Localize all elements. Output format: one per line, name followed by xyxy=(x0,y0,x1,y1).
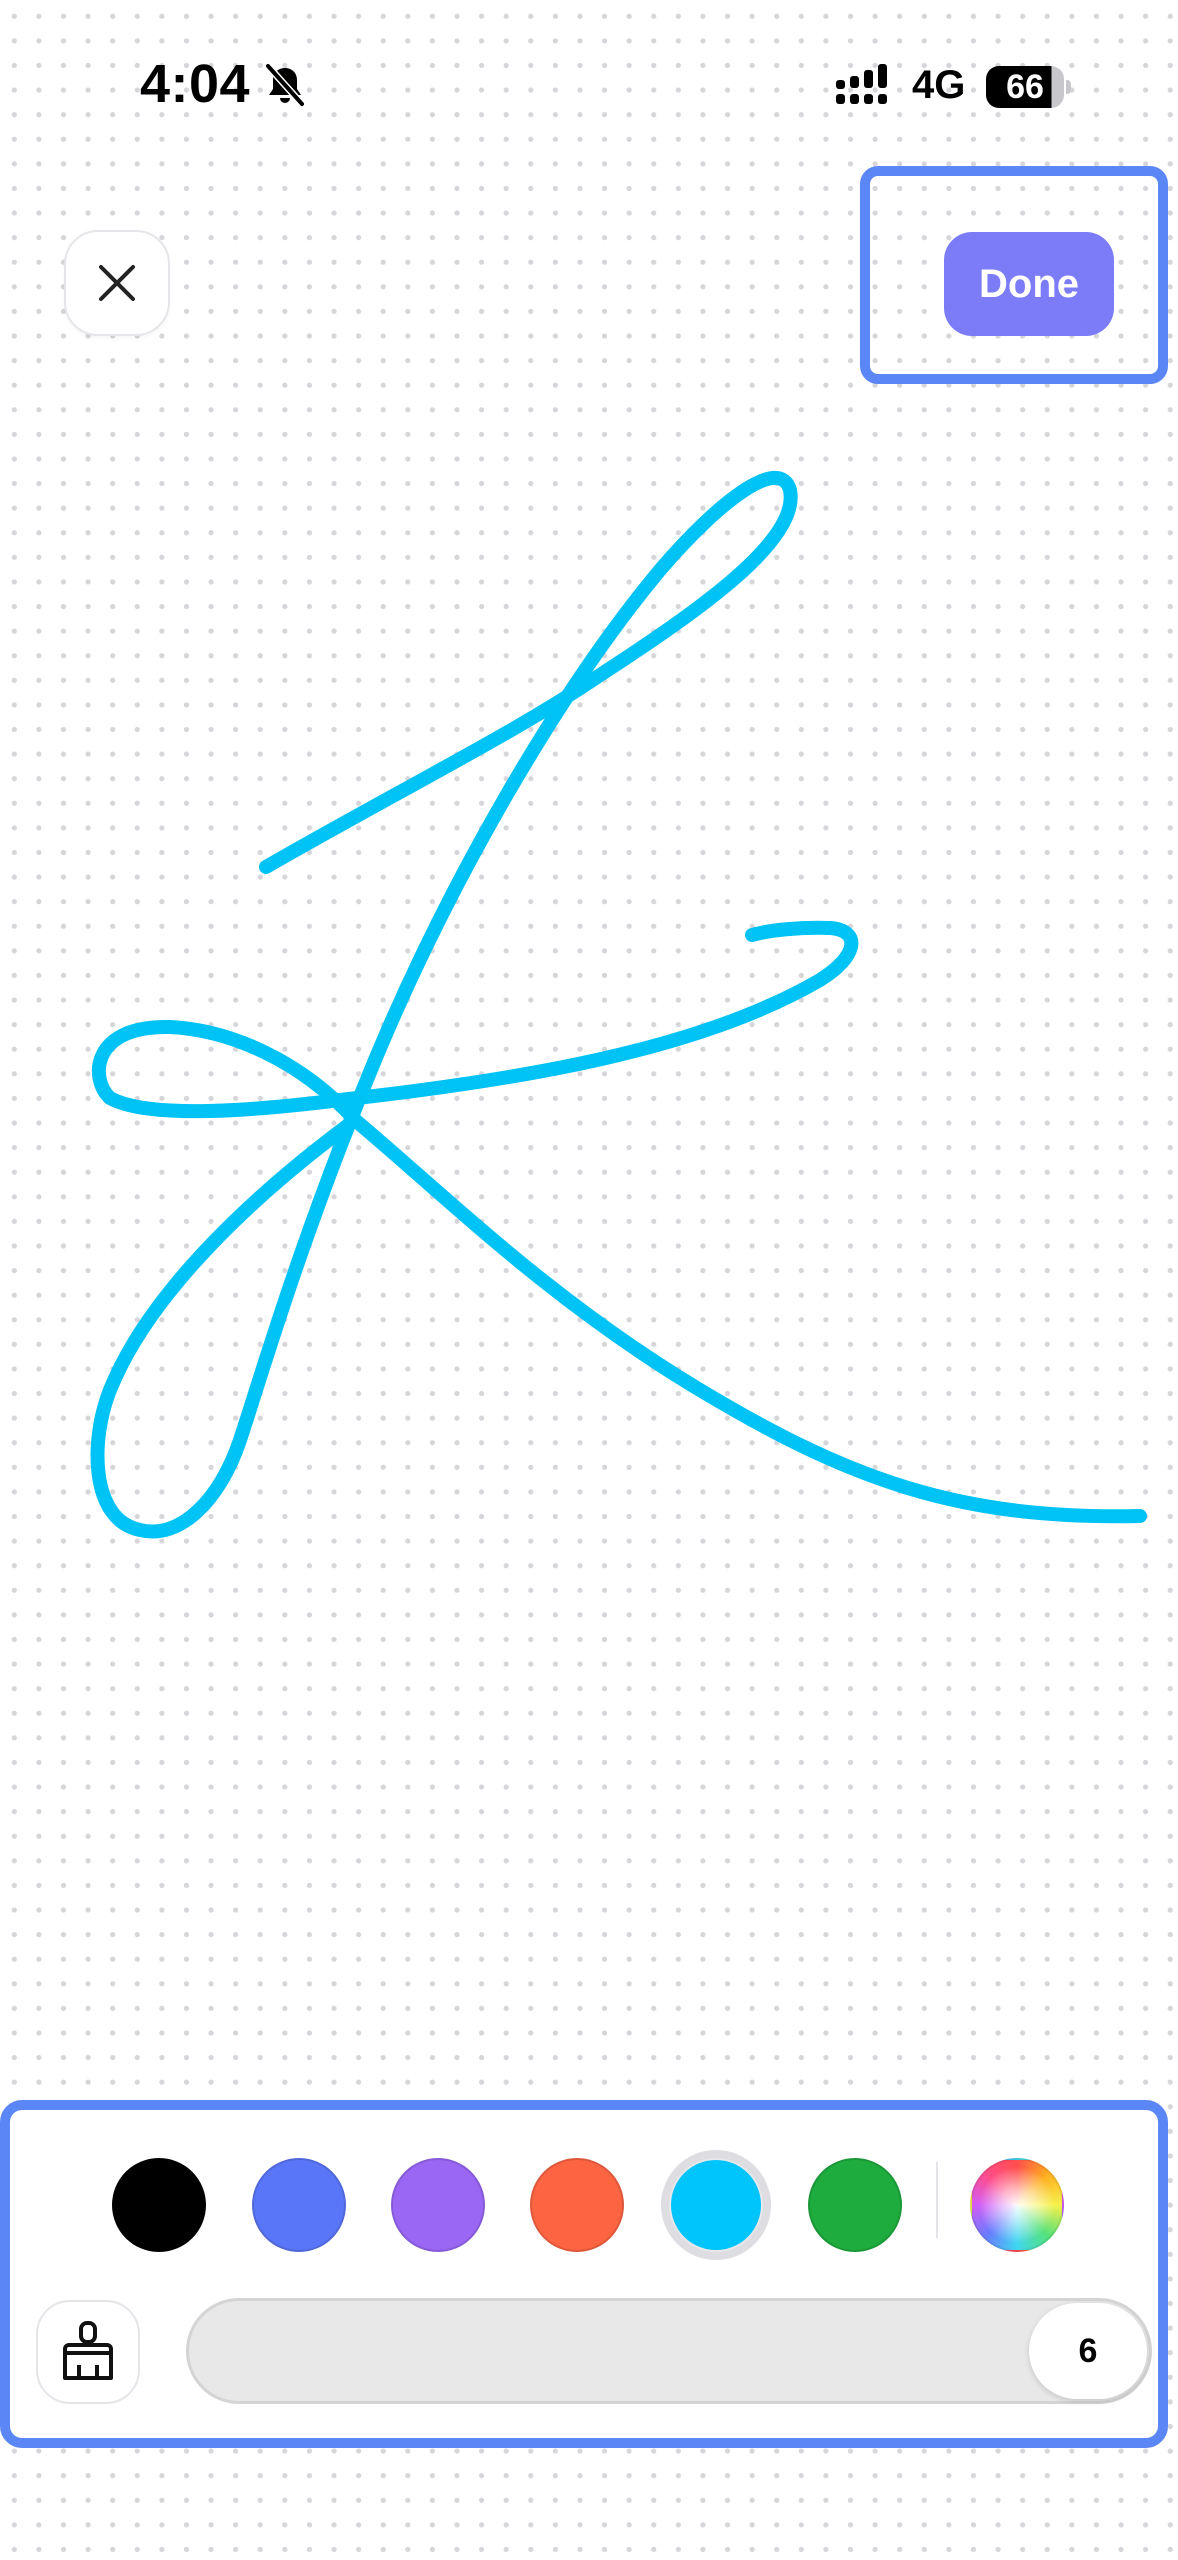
close-icon xyxy=(99,265,135,301)
color-wheel-icon[interactable] xyxy=(970,2158,1064,2252)
battery-icon: 66 xyxy=(986,66,1064,108)
brush-size-slider[interactable]: 6 xyxy=(186,2298,1152,2404)
color-swatch-cyan[interactable] xyxy=(669,2158,763,2252)
close-button[interactable] xyxy=(64,230,170,336)
done-button[interactable]: Done xyxy=(944,232,1114,336)
status-time: 4:04 xyxy=(140,54,251,114)
drawing-toolbar: 6 xyxy=(0,2100,1168,2448)
brush-size-value[interactable]: 6 xyxy=(1029,2303,1147,2399)
palette-divider xyxy=(936,2162,938,2238)
signature-stroke xyxy=(90,471,1147,1539)
brush-icon xyxy=(63,2321,113,2380)
color-swatch-purple[interactable] xyxy=(391,2158,485,2252)
drawing-canvas[interactable] xyxy=(0,400,1178,2080)
color-swatch-orange[interactable] xyxy=(530,2158,624,2252)
color-swatch-blue[interactable] xyxy=(252,2158,346,2252)
bell-slash-icon xyxy=(265,63,305,107)
color-swatch-green[interactable] xyxy=(808,2158,902,2252)
battery-level: 66 xyxy=(1006,68,1044,106)
brush-tool-button[interactable] xyxy=(36,2300,140,2404)
network-label: 4G xyxy=(912,63,966,107)
color-swatch-black[interactable] xyxy=(112,2158,206,2252)
battery-tip xyxy=(1066,80,1071,94)
signal-icon xyxy=(836,64,887,104)
